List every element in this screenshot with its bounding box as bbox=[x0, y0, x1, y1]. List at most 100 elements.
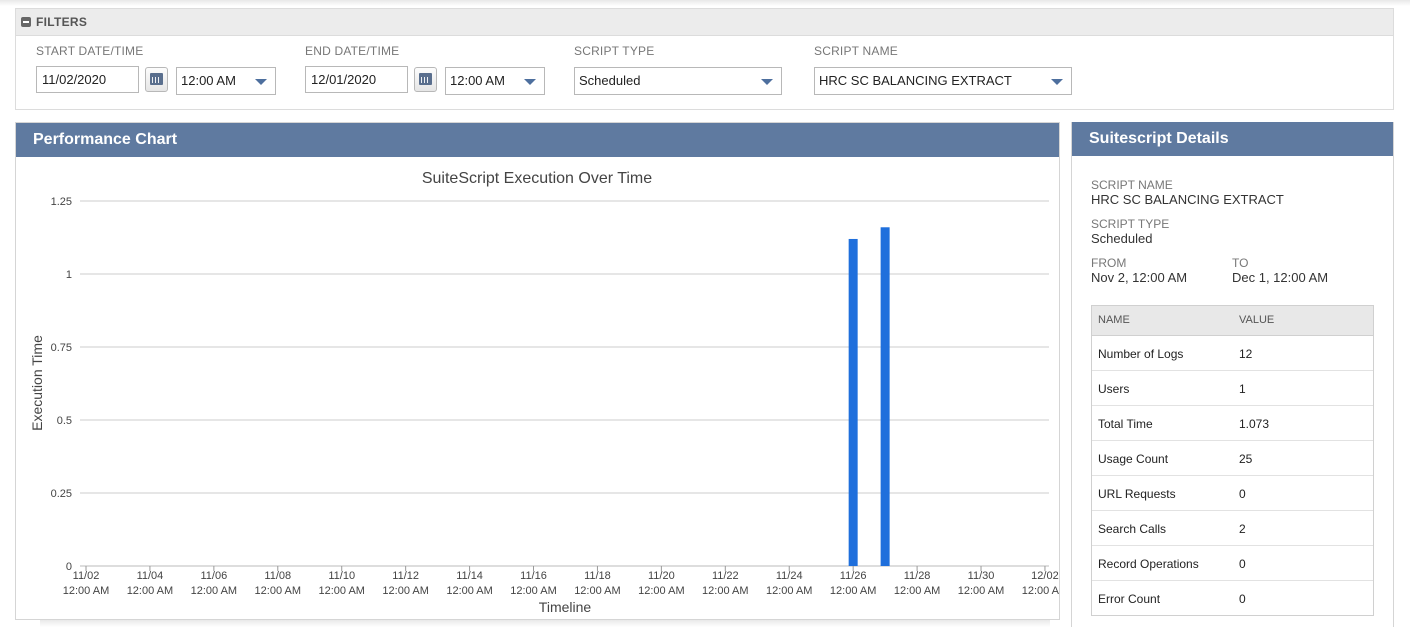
start-date-calendar-button[interactable] bbox=[145, 67, 168, 92]
x-tick-date: 11/06 bbox=[201, 570, 228, 582]
x-tick-date: 11/10 bbox=[328, 570, 355, 582]
script-type-label: SCRIPT TYPE bbox=[574, 44, 655, 58]
chart-title: SuiteScript Execution Over Time bbox=[422, 170, 652, 187]
bottom-shadow bbox=[40, 620, 1050, 627]
y-tick-labels: 0 0.25 0.5 0.75 1 1.25 bbox=[51, 196, 72, 573]
x-tick-date: 11/22 bbox=[712, 570, 739, 582]
row-value: 1.073 bbox=[1239, 417, 1270, 431]
y-tick-label: 1.25 bbox=[51, 196, 72, 208]
end-date-field[interactable]: 12/01/2020 bbox=[305, 66, 408, 93]
x-tick-date: 11/08 bbox=[264, 570, 291, 582]
table-row: Number of Logs 12 bbox=[1092, 336, 1373, 371]
chevron-down-icon bbox=[761, 79, 773, 85]
detail-script-name-label: SCRIPT NAME bbox=[1091, 178, 1173, 192]
x-tick-time: 12:00 AM bbox=[382, 585, 428, 597]
y-axis-label: Execution Time bbox=[29, 335, 45, 431]
end-time-value: 12:00 AM bbox=[450, 73, 505, 88]
details-header: Suitescript Details bbox=[1072, 122, 1393, 156]
detail-script-type-label: SCRIPT TYPE bbox=[1091, 217, 1170, 231]
x-tick-date: 11/12 bbox=[392, 570, 419, 582]
x-tick-time: 12:00 AM bbox=[766, 585, 812, 597]
row-value: 25 bbox=[1239, 452, 1253, 466]
bars bbox=[848, 227, 890, 566]
y-tick-label: 0.5 bbox=[57, 415, 72, 427]
x-tick-time: 12:00 AM bbox=[318, 585, 364, 597]
script-type-value: Scheduled bbox=[579, 73, 641, 88]
detail-script-name-value: HRC SC BALANCING EXTRACT bbox=[1091, 192, 1284, 207]
table-row: Total Time 1.073 bbox=[1092, 406, 1373, 441]
y-tick-label: 0.25 bbox=[51, 488, 72, 500]
row-value: 0 bbox=[1239, 557, 1246, 571]
detail-from-value: Nov 2, 12:00 AM bbox=[1091, 270, 1188, 285]
start-datetime-label: START DATE/TIME bbox=[36, 44, 144, 58]
x-tick-time: 12:00 AM bbox=[894, 585, 940, 597]
table-row: Record Operations 0 bbox=[1092, 546, 1373, 581]
end-date-calendar-button[interactable] bbox=[414, 67, 437, 92]
x-tick-time: 12:00 AM bbox=[191, 585, 237, 597]
x-tick-date: 11/04 bbox=[137, 570, 164, 582]
end-time-select[interactable]: 12:00 AM bbox=[445, 67, 545, 95]
script-type-select[interactable]: Scheduled bbox=[574, 67, 782, 95]
x-axis-label: Timeline bbox=[539, 599, 592, 615]
x-tick-time: 12:00 AM bbox=[510, 585, 556, 597]
detail-from-label: FROM bbox=[1091, 256, 1127, 270]
y-tick-label: 0.75 bbox=[51, 342, 72, 354]
start-time-select[interactable]: 12:00 AM bbox=[176, 67, 276, 95]
table-row: Error Count 0 bbox=[1092, 581, 1373, 615]
x-tick-time: 12:00 AM bbox=[255, 585, 301, 597]
x-tick-time: 12:00 AM bbox=[702, 585, 748, 597]
execution-chart: SuiteScript Execution Over Time 0 0.25 0.5… bbox=[29, 170, 1059, 615]
script-name-select[interactable]: HRC SC BALANCING EXTRACT bbox=[814, 67, 1072, 95]
x-tick-time: 12:00 AM bbox=[127, 585, 173, 597]
details-table-header: NAME VALUE bbox=[1092, 306, 1373, 336]
x-tick-labels: 11/02 12:00 AM 11/04 12:00 AM 11/06 12:00 AM 1… bbox=[63, 566, 1059, 597]
performance-chart-header: Performance Chart bbox=[16, 123, 1059, 157]
row-name: Search Calls bbox=[1098, 522, 1167, 536]
x-tick-date: 12/02 bbox=[1031, 570, 1059, 582]
bar[interactable] bbox=[848, 238, 858, 566]
table-row: Users 1 bbox=[1092, 371, 1373, 406]
end-datetime-label: END DATE/TIME bbox=[305, 44, 400, 58]
x-tick-time: 12:00 AM bbox=[63, 585, 109, 597]
chevron-down-icon bbox=[524, 79, 536, 85]
column-header-value: VALUE bbox=[1239, 314, 1275, 326]
x-tick-date: 11/28 bbox=[904, 570, 931, 582]
detail-to-label: TO bbox=[1232, 256, 1249, 270]
row-name: URL Requests bbox=[1098, 487, 1176, 501]
x-tick-date: 11/20 bbox=[648, 570, 675, 582]
row-value: 12 bbox=[1239, 347, 1253, 361]
row-name: Error Count bbox=[1098, 592, 1161, 606]
collapse-minus-icon[interactable] bbox=[21, 17, 31, 27]
filters-title: FILTERS bbox=[36, 15, 88, 29]
x-tick-date: 11/14 bbox=[456, 570, 483, 582]
row-name: Users bbox=[1098, 382, 1130, 396]
x-tick-time: 12:00 AM bbox=[958, 585, 1004, 597]
row-value: 1 bbox=[1239, 382, 1246, 396]
row-name: Usage Count bbox=[1098, 452, 1169, 466]
x-tick-date: 11/16 bbox=[520, 570, 547, 582]
x-tick-time: 12:00 AM bbox=[638, 585, 684, 597]
start-date-field[interactable]: 11/02/2020 bbox=[36, 66, 139, 93]
start-time-value: 12:00 AM bbox=[181, 73, 236, 88]
row-name: Total Time bbox=[1098, 417, 1153, 431]
y-tick-label: 1 bbox=[66, 269, 72, 281]
row-value: 0 bbox=[1239, 592, 1246, 606]
row-value: 0 bbox=[1239, 487, 1246, 501]
detail-to-value: Dec 1, 12:00 AM bbox=[1232, 270, 1329, 285]
bar[interactable] bbox=[880, 227, 890, 566]
column-header-name: NAME bbox=[1098, 314, 1130, 326]
row-value: 2 bbox=[1239, 522, 1246, 536]
chevron-down-icon bbox=[1051, 79, 1063, 85]
x-tick-date: 11/30 bbox=[968, 570, 995, 582]
x-tick-date: 11/26 bbox=[840, 570, 867, 582]
table-row: URL Requests 0 bbox=[1092, 476, 1373, 511]
table-row: Search Calls 2 bbox=[1092, 511, 1373, 546]
x-tick-date: 11/02 bbox=[73, 570, 100, 582]
row-name: Record Operations bbox=[1098, 557, 1199, 571]
filters-header[interactable]: FILTERS bbox=[16, 9, 1393, 36]
calendar-icon bbox=[419, 73, 432, 85]
top-edge bbox=[0, 0, 1410, 6]
details-table: NAME VALUE Number of Logs 12 Users 1 Total… bbox=[1091, 305, 1374, 616]
x-tick-time: 12:00 AM bbox=[446, 585, 492, 597]
script-name-value: HRC SC BALANCING EXTRACT bbox=[819, 73, 1012, 88]
